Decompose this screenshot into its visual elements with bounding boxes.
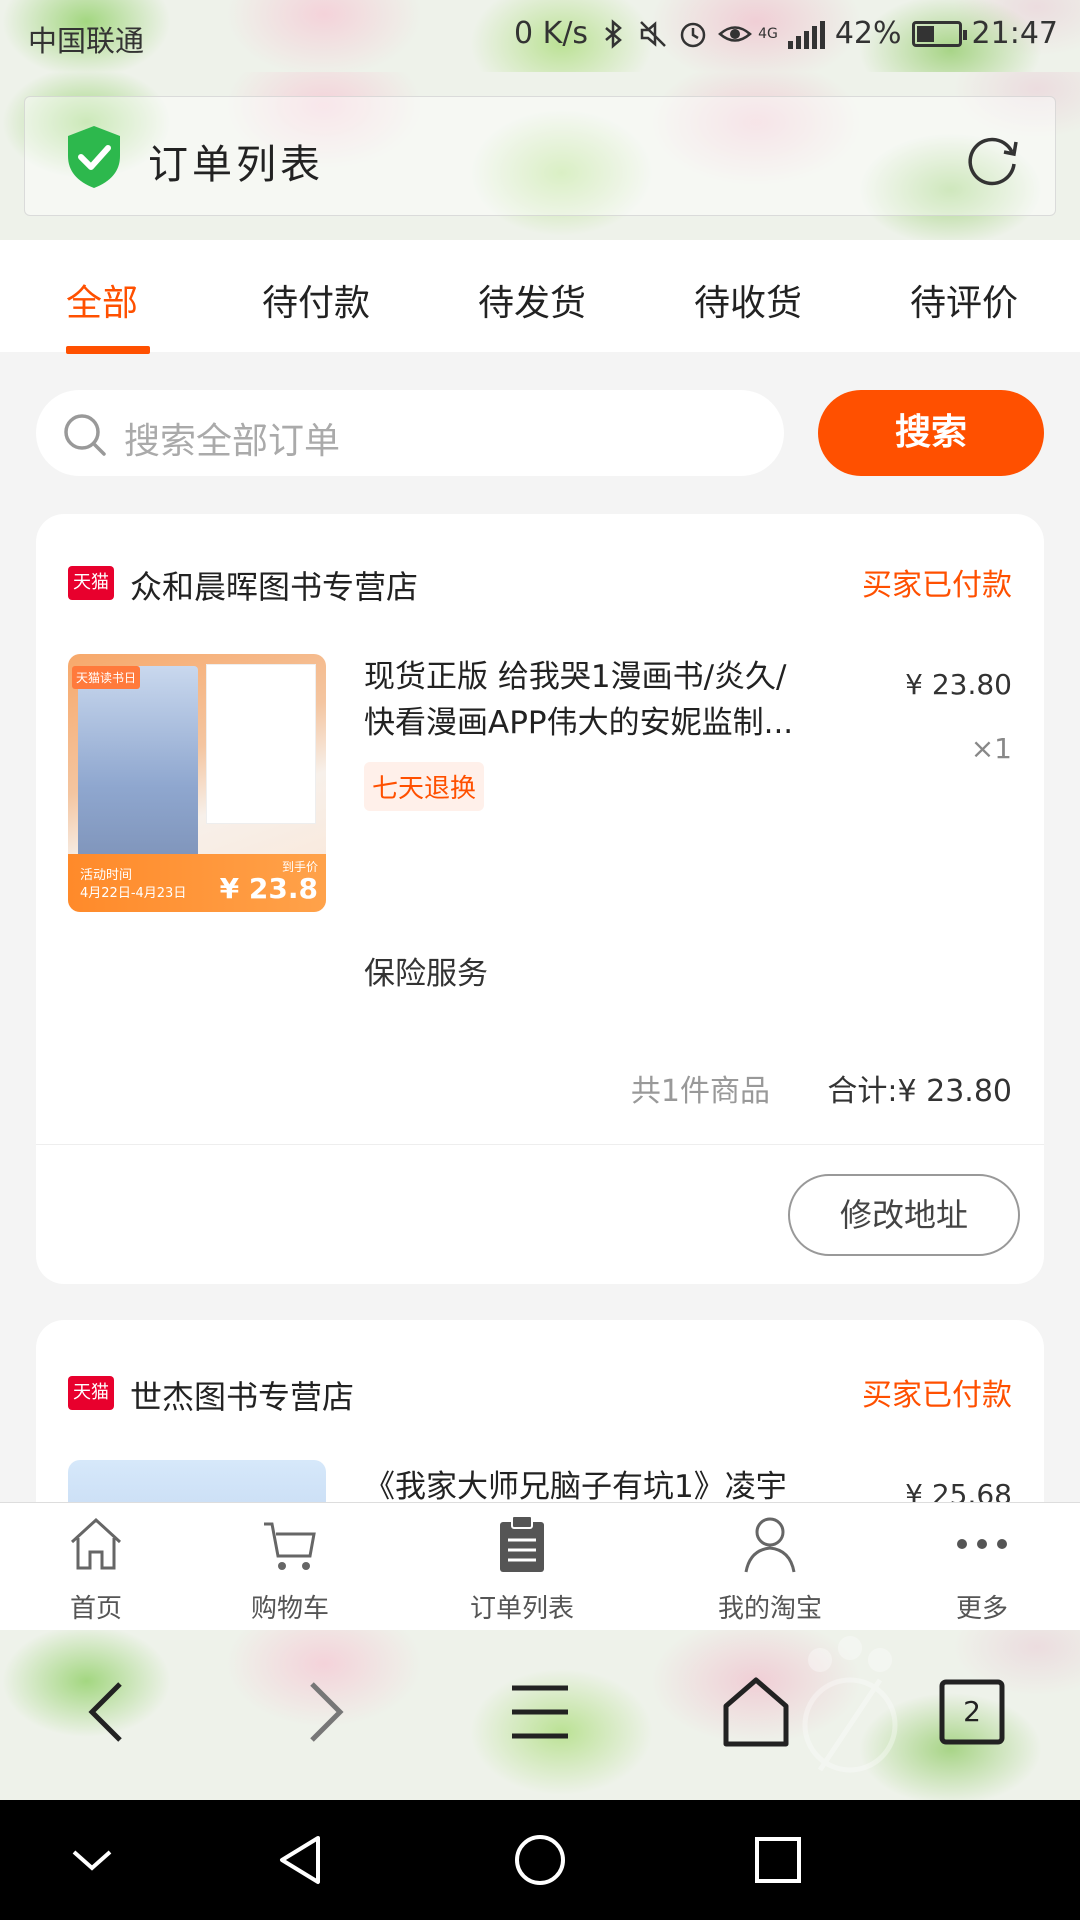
back-arrow-icon[interactable]: [68, 1672, 148, 1752]
home-icon: [70, 1517, 122, 1570]
cart-icon: [264, 1522, 316, 1570]
system-back-icon[interactable]: [272, 1830, 332, 1890]
nav-my-taobao-label: 我的淘宝: [717, 1594, 822, 1624]
signal-icon: [787, 19, 825, 49]
nav-my-taobao[interactable]: 我的淘宝: [680, 1502, 860, 1630]
nav-home[interactable]: 首页: [6, 1502, 186, 1630]
product-title-line-1[interactable]: 《我家大师兄脑子有坑1》凌宇: [364, 1464, 787, 1502]
tab-pending-payment[interactable]: 待付款: [262, 274, 370, 326]
clipboard-icon: [500, 1515, 544, 1572]
search-placeholder: 搜索全部订单: [124, 421, 341, 462]
forward-arrow-icon[interactable]: [284, 1672, 364, 1752]
tmall-logo: 天猫: [68, 566, 114, 600]
search-icon: [62, 412, 108, 462]
promo-brand-label: 天猫读书日: [72, 666, 141, 689]
battery-icon: [911, 20, 967, 47]
return-policy-badge: 七天退换: [364, 762, 485, 811]
insurance-service[interactable]: 保险服务: [364, 948, 488, 993]
activity-dates: 4月22日-4月23日: [80, 886, 187, 901]
status-icons: 0 K/s 4G 42% 21:47: [514, 16, 1058, 51]
eye-icon: [718, 19, 752, 49]
mute-icon: [638, 19, 668, 49]
tabs-count-button[interactable]: 2: [932, 1672, 1012, 1752]
carrier-label: 中国联通: [28, 24, 145, 58]
order-card: 天猫 世杰图书专营店 买家已付款 《我家大师兄脑子有坑1》凌宇 ¥ 25.68: [36, 1320, 1044, 1502]
nav-orders[interactable]: 订单列表: [432, 1502, 612, 1630]
product-price: ¥ 25.68: [905, 1478, 1012, 1502]
user-icon: [744, 1517, 796, 1573]
order-total: 合计:¥ 23.80: [827, 1074, 1012, 1109]
paw-watermark-icon: [790, 1630, 910, 1784]
collapse-chevron-icon[interactable]: [62, 1830, 122, 1890]
system-recents-icon[interactable]: [748, 1830, 808, 1890]
product-title-line-2[interactable]: 快看漫画APP伟大的安妮监制...: [364, 700, 793, 746]
nav-more[interactable]: 更多: [892, 1502, 1072, 1630]
order-status: 买家已付款: [862, 1378, 1012, 1413]
battery-percent: 42%: [834, 16, 902, 51]
status-bar: 中国联通 0 K/s 4G 42% 21:47: [0, 0, 1080, 72]
order-tabs: 全部 待付款 待发货 待收货 待评价: [0, 240, 1080, 352]
clock: 21:47: [971, 16, 1058, 51]
book-illustration-image: [206, 664, 316, 824]
nav-cart-label: 购物车: [250, 1594, 329, 1624]
page-title: 订单列表: [148, 142, 324, 188]
nav-home-label: 首页: [69, 1594, 122, 1624]
tab-count: 2: [963, 1695, 981, 1728]
more-icon: [957, 1539, 1007, 1549]
divider: [36, 1144, 1044, 1145]
menu-icon[interactable]: [500, 1672, 580, 1752]
nav-orders-label: 订单列表: [469, 1594, 574, 1624]
order-card: 天猫 众和晨晖图书专营店 买家已付款 天猫读书日 活动时间 4月22日-4月23…: [36, 514, 1044, 1284]
promo-price: ¥ 23.8: [219, 872, 318, 905]
order-status: 买家已付款: [862, 568, 1012, 603]
system-home-icon[interactable]: [510, 1830, 570, 1890]
nav-cart[interactable]: 购物车: [200, 1502, 380, 1630]
product-quantity: ×1: [970, 732, 1012, 765]
tab-pending-review[interactable]: 待评价: [910, 274, 1018, 326]
bluetooth-icon: [598, 18, 628, 49]
tab-pending-receipt[interactable]: 待收货: [694, 274, 802, 326]
tab-pending-shipment[interactable]: 待发货: [478, 274, 586, 326]
tmall-logo: 天猫: [68, 1376, 114, 1410]
tab-all[interactable]: 全部: [66, 274, 138, 326]
book-cover-image: [78, 666, 198, 866]
product-thumbnail[interactable]: 天猫读书日 活动时间 4月22日-4月23日 到手价 ¥ 23.8: [68, 654, 326, 912]
item-count: 共1件商品: [630, 1074, 770, 1109]
shield-check-icon: [64, 124, 124, 194]
network-speed: 0 K/s: [514, 16, 589, 51]
nav-more-label: 更多: [955, 1594, 1008, 1624]
alarm-icon: [678, 19, 708, 49]
active-tab-indicator: [66, 346, 150, 354]
product-price: ¥ 23.80: [905, 668, 1012, 701]
product-thumbnail[interactable]: [68, 1460, 326, 1502]
refresh-icon[interactable]: [964, 128, 1024, 192]
browser-home-icon[interactable]: [716, 1672, 796, 1752]
shop-name[interactable]: 世杰图书专营店: [130, 1372, 354, 1418]
search-button[interactable]: 搜索: [818, 390, 1044, 476]
change-address-button[interactable]: 修改地址: [788, 1174, 1020, 1256]
network-type: 4G: [758, 25, 778, 42]
activity-label: 活动时间: [80, 868, 133, 883]
shop-name[interactable]: 众和晨晖图书专营店: [130, 562, 418, 608]
product-title-line-1[interactable]: 现货正版 给我哭1漫画书/炎久/: [364, 654, 786, 700]
